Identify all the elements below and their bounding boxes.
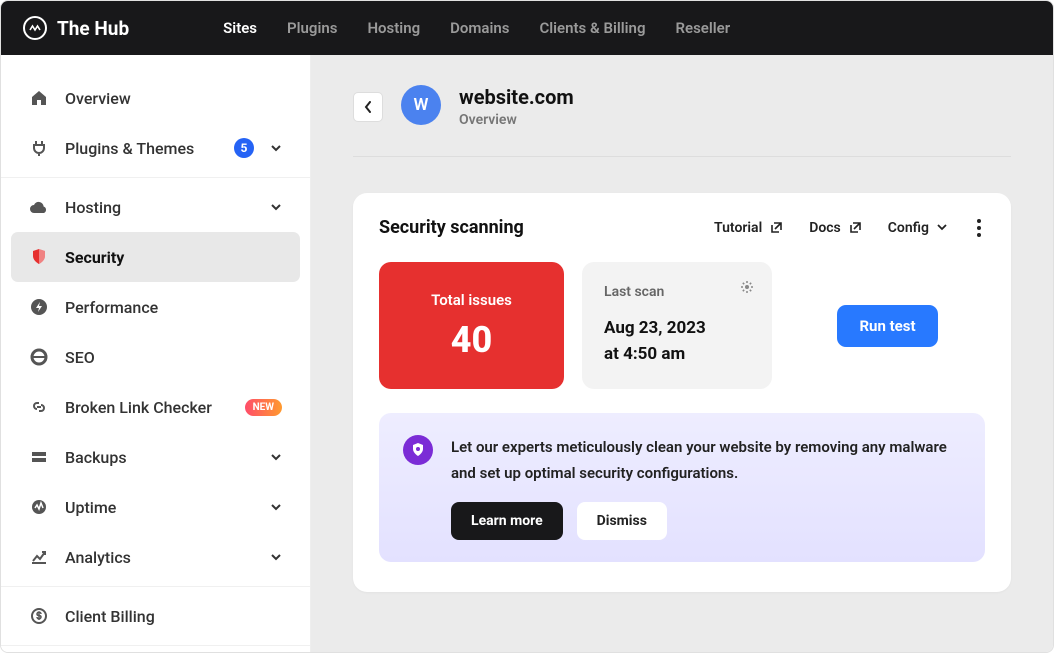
chevron-down-icon <box>270 503 282 511</box>
seo-icon <box>29 347 49 367</box>
dismiss-button[interactable]: Dismiss <box>577 502 667 540</box>
brand-icon <box>23 16 47 40</box>
sidebar-item-label: Uptime <box>65 498 254 517</box>
topbar: The Hub Sites Plugins Hosting Domains Client… <box>1 1 1053 55</box>
sidebar-item-label: Hosting <box>65 198 254 217</box>
back-button[interactable] <box>353 92 383 122</box>
sidebar-item-security[interactable]: Security <box>11 232 300 282</box>
sidebar-item-uptime[interactable]: Uptime <box>11 482 300 532</box>
sidebar-item-plugins-themes[interactable]: Plugins & Themes 5 <box>11 123 300 173</box>
sidebar-item-label: Broken Link Checker <box>65 398 229 417</box>
sidebar-item-label: SEO <box>65 348 282 367</box>
chevron-down-icon <box>270 144 282 152</box>
shield-badge-icon <box>403 435 433 465</box>
plug-icon <box>29 138 49 158</box>
total-issues-tile[interactable]: Total issues 40 <box>379 262 564 389</box>
total-issues-count: 40 <box>451 319 493 361</box>
run-test-area: Run test <box>790 262 985 389</box>
docs-link[interactable]: Docs <box>809 220 862 236</box>
sidebar-item-backups[interactable]: Backups <box>11 432 300 482</box>
security-card: Security scanning Tutorial Docs Config <box>353 193 1011 592</box>
site-name: website.com <box>459 85 574 109</box>
sidebar: Overview Plugins & Themes 5 Hosting Security… <box>1 55 311 652</box>
stats-row: Total issues 40 Last scan Aug 23, 2023 a… <box>379 262 985 389</box>
external-link-icon <box>849 221 862 234</box>
dollar-icon <box>29 606 49 626</box>
sidebar-item-overview[interactable]: Overview <box>11 73 300 123</box>
backups-icon <box>29 447 49 467</box>
last-scan-time: at 4:50 am <box>604 342 750 368</box>
topnav-plugins[interactable]: Plugins <box>287 19 337 37</box>
sidebar-item-analytics[interactable]: Analytics <box>11 532 300 582</box>
topnav-hosting[interactable]: Hosting <box>367 19 420 37</box>
gear-icon <box>740 280 754 294</box>
shield-icon <box>29 247 49 267</box>
sidebar-item-label: Performance <box>65 298 282 317</box>
count-badge: 5 <box>234 138 254 158</box>
notice-text: Let our experts meticulously clean your … <box>451 435 961 486</box>
brand-text: The Hub <box>57 17 129 40</box>
topnav-domains[interactable]: Domains <box>450 19 509 37</box>
last-scan-tile: Last scan Aug 23, 2023 at 4:50 am <box>582 262 772 389</box>
topnav-sites[interactable]: Sites <box>223 19 257 37</box>
card-head: Security scanning Tutorial Docs Config <box>379 217 985 238</box>
sidebar-item-broken-link-checker[interactable]: Broken Link Checker NEW <box>11 382 300 432</box>
analytics-icon <box>29 547 49 567</box>
sidebar-item-label: Overview <box>65 89 282 108</box>
new-badge: NEW <box>245 399 282 416</box>
sidebar-item-client-billing[interactable]: Client Billing <box>11 591 300 641</box>
expert-notice: Let our experts meticulously clean your … <box>379 413 985 562</box>
sidebar-item-performance[interactable]: Performance <box>11 282 300 332</box>
site-avatar: W <box>401 85 441 125</box>
chevron-down-icon <box>270 203 282 211</box>
sidebar-item-label: Analytics <box>65 548 254 567</box>
tutorial-link[interactable]: Tutorial <box>714 220 783 236</box>
chevron-down-icon <box>937 224 947 231</box>
bolt-icon <box>29 297 49 317</box>
scan-settings-button[interactable] <box>740 280 754 294</box>
cloud-icon <box>29 197 49 217</box>
config-dropdown[interactable]: Config <box>888 220 947 236</box>
chevron-down-icon <box>270 453 282 461</box>
chevron-down-icon <box>270 553 282 561</box>
topnav-clients-billing[interactable]: Clients & Billing <box>539 19 645 37</box>
link-icon <box>29 397 49 417</box>
card-title: Security scanning <box>379 217 714 238</box>
sidebar-item-label: Client Billing <box>65 607 282 626</box>
last-scan-date: Aug 23, 2023 <box>604 316 750 342</box>
content-area: W website.com Overview Security scanning… <box>311 55 1053 652</box>
site-subtitle: Overview <box>459 112 574 128</box>
run-test-button[interactable]: Run test <box>837 305 937 347</box>
topnav-reseller[interactable]: Reseller <box>675 19 730 37</box>
uptime-icon <box>29 497 49 517</box>
total-issues-label: Total issues <box>431 291 512 309</box>
external-link-icon <box>770 221 783 234</box>
brand-logo[interactable]: The Hub <box>23 16 129 40</box>
sidebar-item-label: Backups <box>65 448 254 467</box>
sidebar-item-label: Plugins & Themes <box>65 139 218 158</box>
sidebar-item-hosting[interactable]: Hosting <box>11 182 300 232</box>
last-scan-label: Last scan <box>604 284 750 300</box>
home-icon <box>29 88 49 108</box>
sidebar-item-label: Security <box>65 248 282 267</box>
sidebar-item-seo[interactable]: SEO <box>11 332 300 382</box>
top-navigation: Sites Plugins Hosting Domains Clients & Bill… <box>223 19 730 37</box>
learn-more-button[interactable]: Learn more <box>451 502 563 540</box>
chevron-left-icon <box>364 101 372 113</box>
site-header: W website.com Overview <box>353 85 1011 157</box>
more-menu[interactable] <box>973 219 985 237</box>
